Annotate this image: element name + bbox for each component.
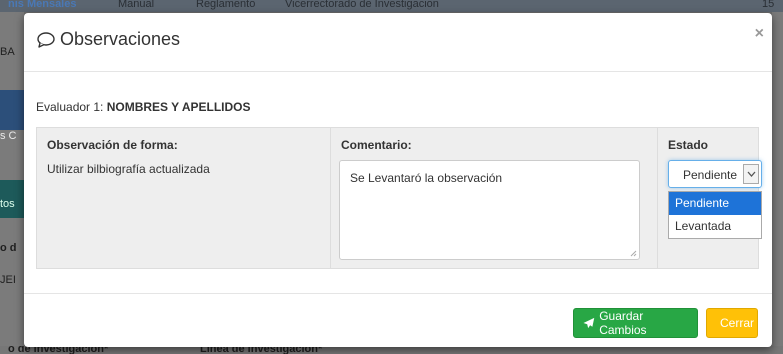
comentario-value: Se Levantaró la observación — [350, 171, 503, 185]
estado-column: Estado Pendiente Pendiente Levantada — [658, 128, 762, 268]
close-button-label: Cerrar — [720, 316, 755, 330]
bg-bottom-label: Linea de investigacion* — [200, 346, 323, 354]
estado-select[interactable]: Pendiente — [668, 160, 762, 188]
estado-dropdown: Pendiente Levantada — [668, 191, 762, 239]
estado-option-levantada[interactable]: Levantada — [669, 215, 761, 238]
bg-fragment: BA — [0, 46, 15, 58]
save-button-label: Guardar Cambios — [599, 309, 647, 337]
estado-selected-value: Pendiente — [683, 168, 738, 182]
bg-nav-item: nis Mensales — [8, 0, 77, 10]
forma-column: Observación de forma: Utilizar bilbiogra… — [37, 128, 331, 268]
guardar-cambios-button[interactable]: Guardar Cambios — [573, 308, 698, 338]
comentario-column: Comentario: Se Levantaró la observación — [331, 128, 658, 268]
background-right-strip — [772, 12, 783, 354]
background-bottom-strip: o de investigacion* Linea de investigaci… — [0, 346, 783, 354]
modal-title: Observaciones — [36, 29, 180, 50]
estado-header: Estado — [668, 138, 709, 152]
comentario-textarea[interactable]: Se Levantaró la observación — [339, 160, 640, 260]
cerrar-button[interactable]: Cerrar — [706, 308, 758, 338]
bg-bottom-label: o de investigacion* — [8, 346, 109, 354]
evaluador-label: Evaluador 1: — [36, 100, 107, 114]
modal-title-text: Observaciones — [60, 29, 181, 49]
background-left-strip: BA s C tos o d JEI — [0, 12, 24, 354]
modal-footer: Guardar Cambios Cerrar — [24, 293, 772, 347]
bg-fragment: o d — [0, 242, 17, 254]
bg-fragment: s C — [0, 130, 17, 142]
speech-bubble-icon — [37, 31, 55, 48]
modal-header: Observaciones × — [24, 13, 772, 72]
bg-fragment: tos — [0, 198, 15, 210]
estado-option-pendiente[interactable]: Pendiente — [669, 192, 761, 215]
comentario-header: Comentario: — [341, 138, 412, 152]
bg-nav-item: 15 — [762, 0, 775, 10]
observation-panel: Observación de forma: Utilizar bilbiogra… — [36, 127, 762, 269]
evaluador-line: Evaluador 1: NOMBRES Y APELLIDOS — [36, 100, 251, 114]
evaluador-name: NOMBRES Y APELLIDOS — [106, 100, 251, 114]
close-icon[interactable]: × — [755, 25, 764, 43]
forma-text: Utilizar bilbiografía actualizada — [47, 162, 210, 176]
bg-nav-item: Vicerrectorado de Investigacion — [285, 0, 439, 10]
bg-nav-item: Manual — [118, 0, 155, 10]
bg-fragment: JEI — [0, 274, 16, 286]
forma-header: Observación de forma: — [47, 138, 178, 152]
bg-nav-item: Reglamento — [196, 0, 256, 10]
background-navbar: nis Mensales Manual Reglamento Vicerrect… — [0, 0, 783, 12]
chevron-down-icon[interactable] — [743, 164, 759, 184]
resize-grip-icon[interactable] — [629, 249, 637, 257]
paper-plane-icon — [583, 317, 595, 329]
observaciones-modal: Observaciones × Evaluador 1: NOMBRES Y A… — [24, 13, 772, 347]
